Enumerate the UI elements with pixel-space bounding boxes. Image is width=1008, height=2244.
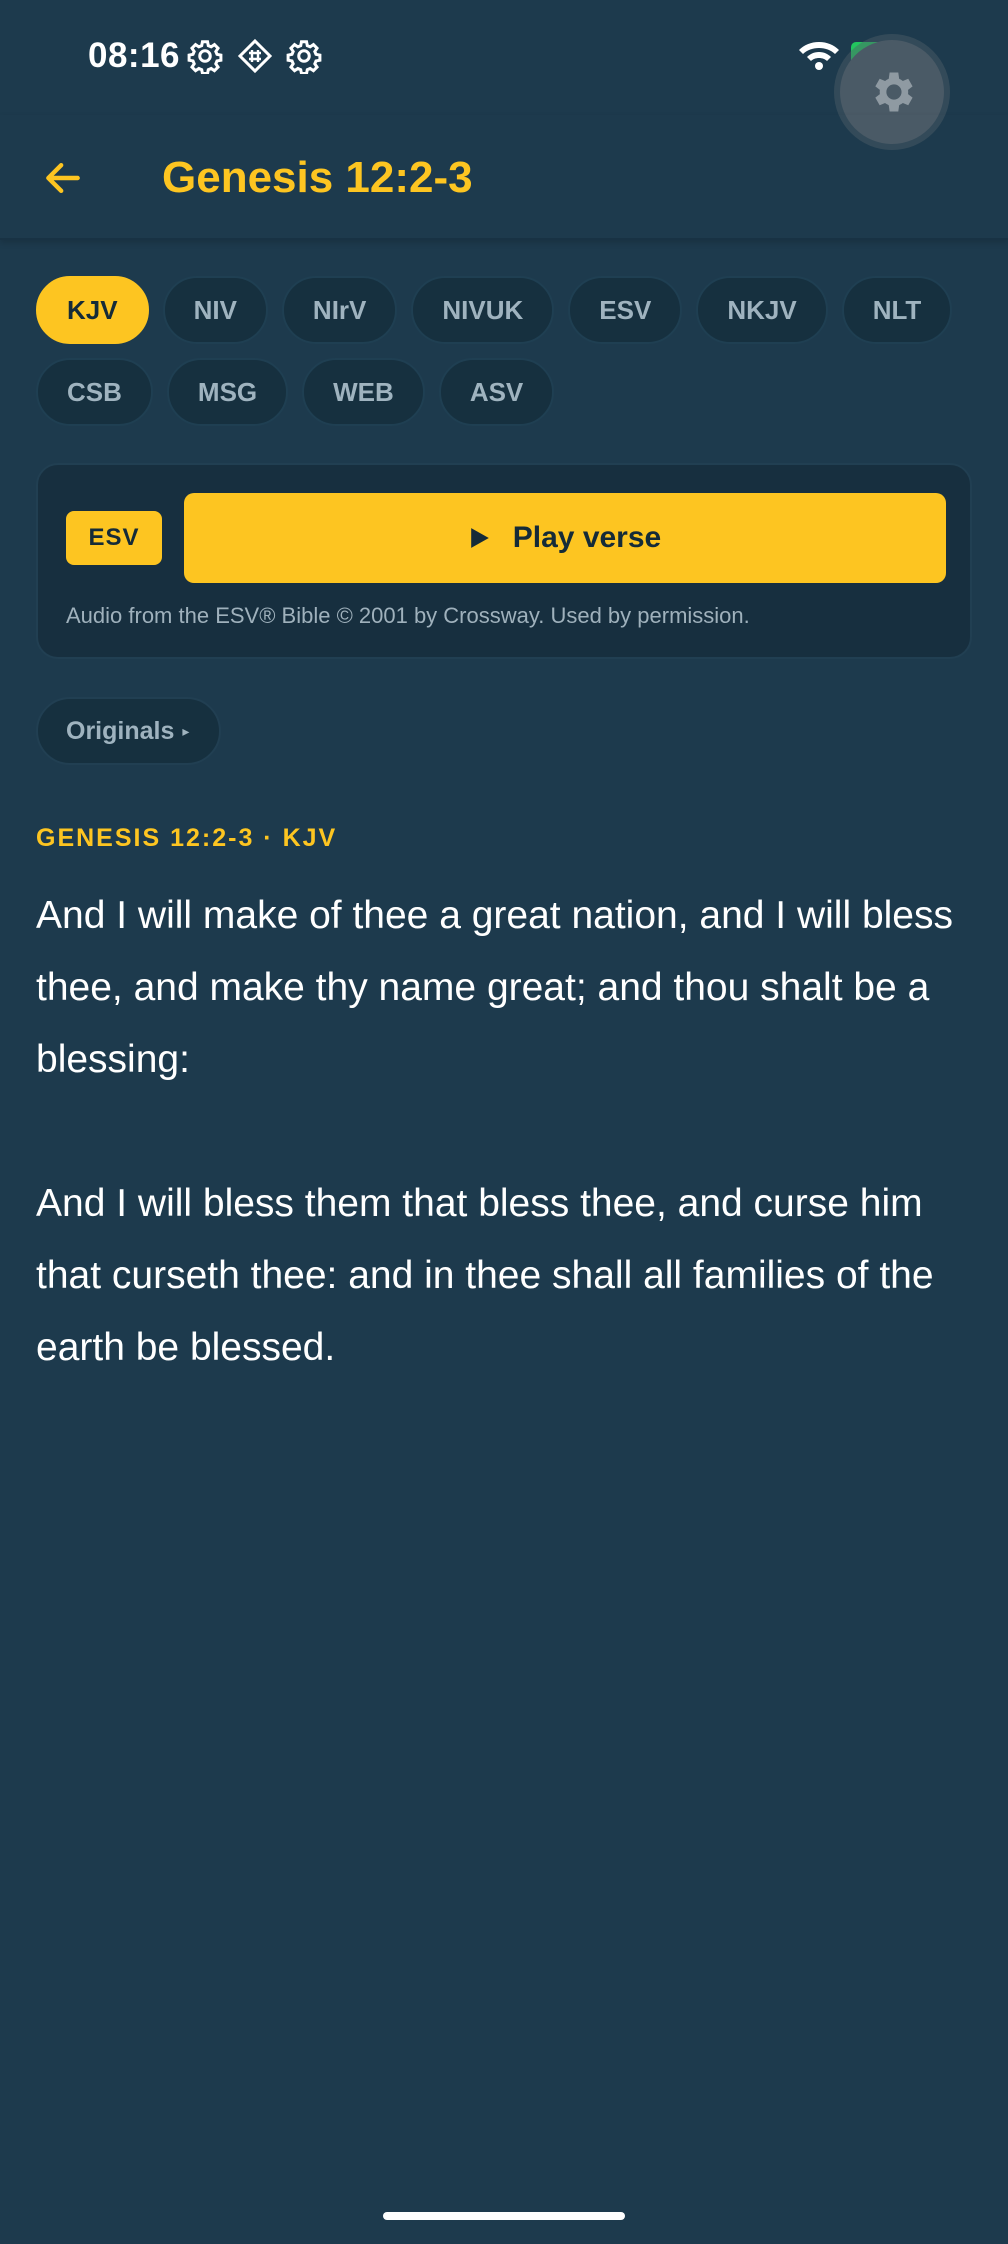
version-chip-niv[interactable]: NIV [162, 276, 268, 344]
gear-icon [875, 72, 913, 112]
app-bar: Genesis 12:2-3 [0, 115, 1008, 240]
passage-text: And I will make of thee a great nation, … [36, 880, 986, 1456]
wifi-icon [798, 38, 840, 72]
version-chip-asv[interactable]: ASV [438, 358, 555, 426]
version-chip-nkjv[interactable]: NKJV [696, 276, 828, 344]
passage-reference: GENESIS 12:2-3 · KJV [36, 824, 338, 852]
version-chip-csb[interactable]: CSB [36, 358, 153, 426]
version-row-2: CSB MSG WEB ASV [36, 358, 976, 426]
originals-button[interactable]: Originals ▸ [36, 697, 222, 765]
verse-text: And I will make of thee a great nation, … [36, 894, 953, 1081]
play-verse-label: Play verse [512, 521, 662, 554]
verse-text: And I will bless them that bless thee, a… [36, 1182, 934, 1369]
audio-credit: Audio from the ESV® Bible © 2001 by Cros… [66, 603, 750, 628]
version-row-1: KJV NIV NIrV NIVUK ESV NKJV NLT [36, 276, 976, 344]
version-chip-nirv[interactable]: NIrV [281, 276, 398, 344]
gear-icon [187, 38, 223, 74]
arrow-left-icon [46, 162, 80, 194]
play-icon [470, 528, 489, 548]
version-selector: KJV NIV NIrV NIVUK ESV NKJV NLT CSB MSG … [36, 276, 976, 440]
version-chip-nlt[interactable]: NLT [841, 276, 953, 344]
version-chip-esv[interactable]: ESV [568, 276, 683, 344]
gear-icon [286, 38, 322, 74]
audio-version-badge: ESV [66, 511, 162, 565]
play-verse-button[interactable]: Play verse [184, 493, 946, 583]
version-chip-nivuk[interactable]: NIVUK [411, 276, 555, 344]
audio-card: ESV Play verse Audio from the ESV® Bible… [36, 463, 972, 659]
version-chip-kjv[interactable]: KJV [36, 276, 149, 344]
version-chip-msg[interactable]: MSG [166, 358, 289, 426]
status-time: 08:16 [88, 36, 181, 75]
tile-diamond-icon [237, 38, 273, 74]
home-indicator[interactable] [383, 2212, 625, 2220]
version-chip-web[interactable]: WEB [302, 358, 425, 426]
originals-label: Originals [66, 716, 175, 745]
back-button[interactable] [30, 145, 96, 211]
caret-right-icon: ▸ [182, 722, 190, 739]
page-title: Genesis 12:2-3 [162, 153, 473, 202]
